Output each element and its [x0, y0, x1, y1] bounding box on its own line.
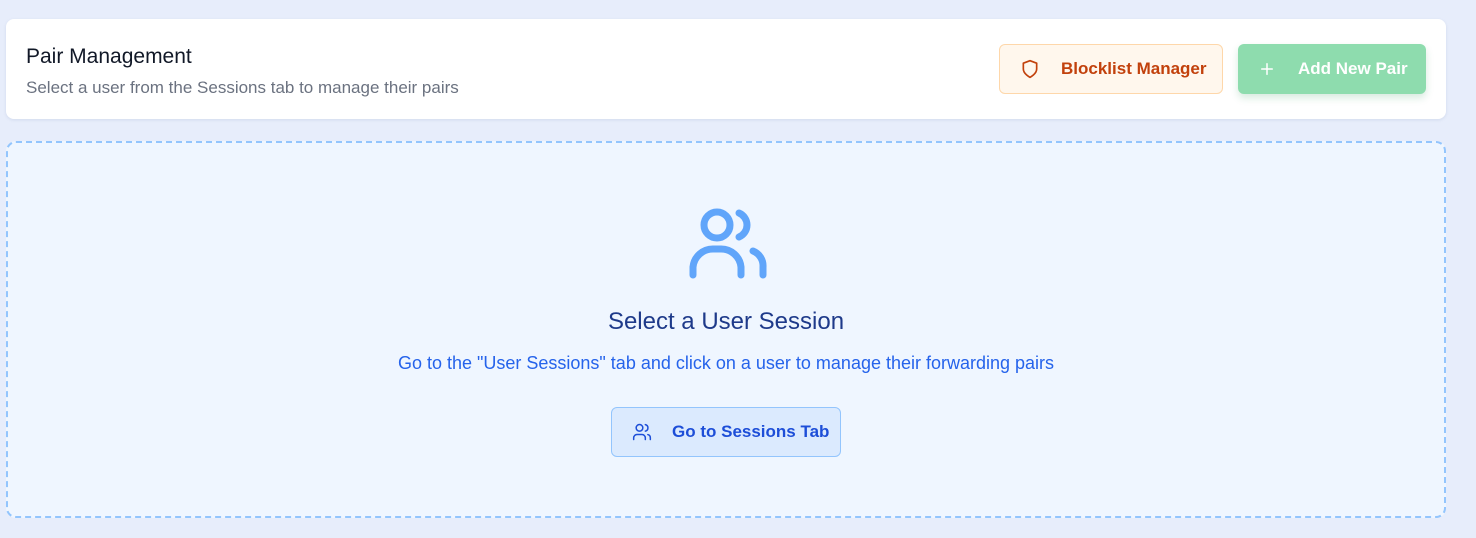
plus-icon: [1258, 60, 1276, 78]
blocklist-manager-button[interactable]: Blocklist Manager: [999, 44, 1223, 94]
add-new-pair-button[interactable]: Add New Pair: [1238, 44, 1426, 94]
empty-state-panel: Select a User Session Go to the "User Se…: [6, 141, 1446, 518]
page-title: Pair Management: [26, 45, 192, 68]
users-icon: [632, 422, 652, 442]
go-to-sessions-button[interactable]: Go to Sessions Tab: [611, 407, 841, 457]
users-icon: [688, 207, 770, 281]
blocklist-manager-label: Blocklist Manager: [1061, 59, 1207, 78]
empty-state-description: Go to the "User Sessions" tab and click …: [397, 353, 1055, 373]
shield-icon: [1020, 59, 1040, 79]
go-to-sessions-label: Go to Sessions Tab: [672, 422, 830, 441]
page-subtitle: Select a user from the Sessions tab to m…: [26, 78, 459, 97]
add-new-pair-label: Add New Pair: [1298, 59, 1408, 78]
page-header: Pair Management Select a user from the S…: [6, 19, 1446, 119]
empty-state-title: Select a User Session: [607, 308, 845, 335]
